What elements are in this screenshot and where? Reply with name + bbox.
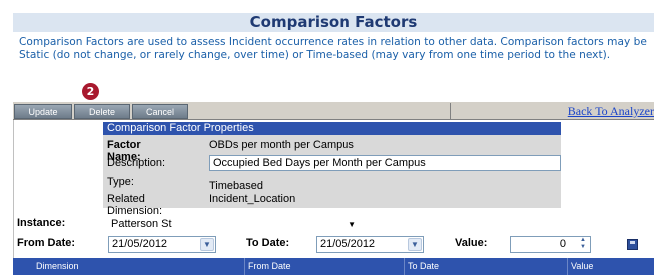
from-date-label: From Date:	[17, 237, 76, 249]
from-date-value: 21/05/2012	[112, 238, 168, 250]
chevron-down-icon[interactable]: ▼	[200, 238, 214, 251]
column-header-dimension[interactable]: Dimension	[33, 258, 243, 275]
from-date-select[interactable]: 21/05/2012 ▼	[108, 236, 216, 253]
value-spinner[interactable]: 0 ▲ ▼	[510, 236, 591, 253]
to-date-value: 21/05/2012	[320, 238, 376, 250]
properties-header: Comparison Factor Properties	[103, 122, 561, 135]
factor-name-value: OBDs per month per Campus	[209, 139, 354, 151]
instance-label: Instance:	[17, 217, 66, 229]
toolbar: Update Delete Cancel Back To Analyzer	[13, 101, 654, 120]
chevron-down-icon[interactable]: ▼	[408, 238, 422, 251]
value-label: Value:	[455, 237, 488, 249]
toolbar-separator	[450, 103, 451, 120]
back-to-analyzer-link[interactable]: Back To Analyzer	[568, 104, 654, 119]
instance-select[interactable]: Patterson St ▼	[108, 217, 360, 234]
chevron-down-icon[interactable]: ▼	[348, 217, 356, 232]
page-description: Comparison Factors are used to assess In…	[19, 36, 647, 61]
description-field[interactable]: Occupied Bed Days per Month per Campus	[209, 155, 561, 171]
column-header-from-date[interactable]: From Date	[244, 258, 404, 275]
properties-panel: Factor Name: OBDs per month per Campus D…	[103, 135, 561, 217]
page-title: Comparison Factors	[13, 13, 654, 32]
value-field[interactable]: 0	[560, 238, 566, 250]
to-date-select[interactable]: 21/05/2012 ▼	[316, 236, 424, 253]
column-header-to-date[interactable]: To Date	[404, 258, 567, 275]
to-date-label: To Date:	[246, 237, 290, 249]
type-value: Timebased	[209, 180, 264, 192]
update-button[interactable]: Update	[14, 104, 72, 119]
spinner-icon[interactable]: ▲ ▼	[578, 237, 588, 251]
save-icon[interactable]	[627, 239, 638, 250]
cancel-button[interactable]: Cancel	[132, 104, 188, 119]
related-dimension-value: Incident_Location	[209, 193, 296, 205]
column-header-value[interactable]: Value	[567, 258, 654, 275]
delete-button[interactable]: Delete	[74, 104, 130, 119]
instance-value: Patterson St	[111, 218, 172, 230]
left-border-line	[13, 101, 14, 275]
annotation-badge: 2	[82, 83, 99, 100]
type-label: Type:	[107, 176, 134, 188]
description-label: Description:	[107, 157, 166, 169]
related-dimension-label: Related Dimension:	[107, 193, 163, 217]
grid-header: Dimension From Date To Date Value	[13, 258, 654, 275]
